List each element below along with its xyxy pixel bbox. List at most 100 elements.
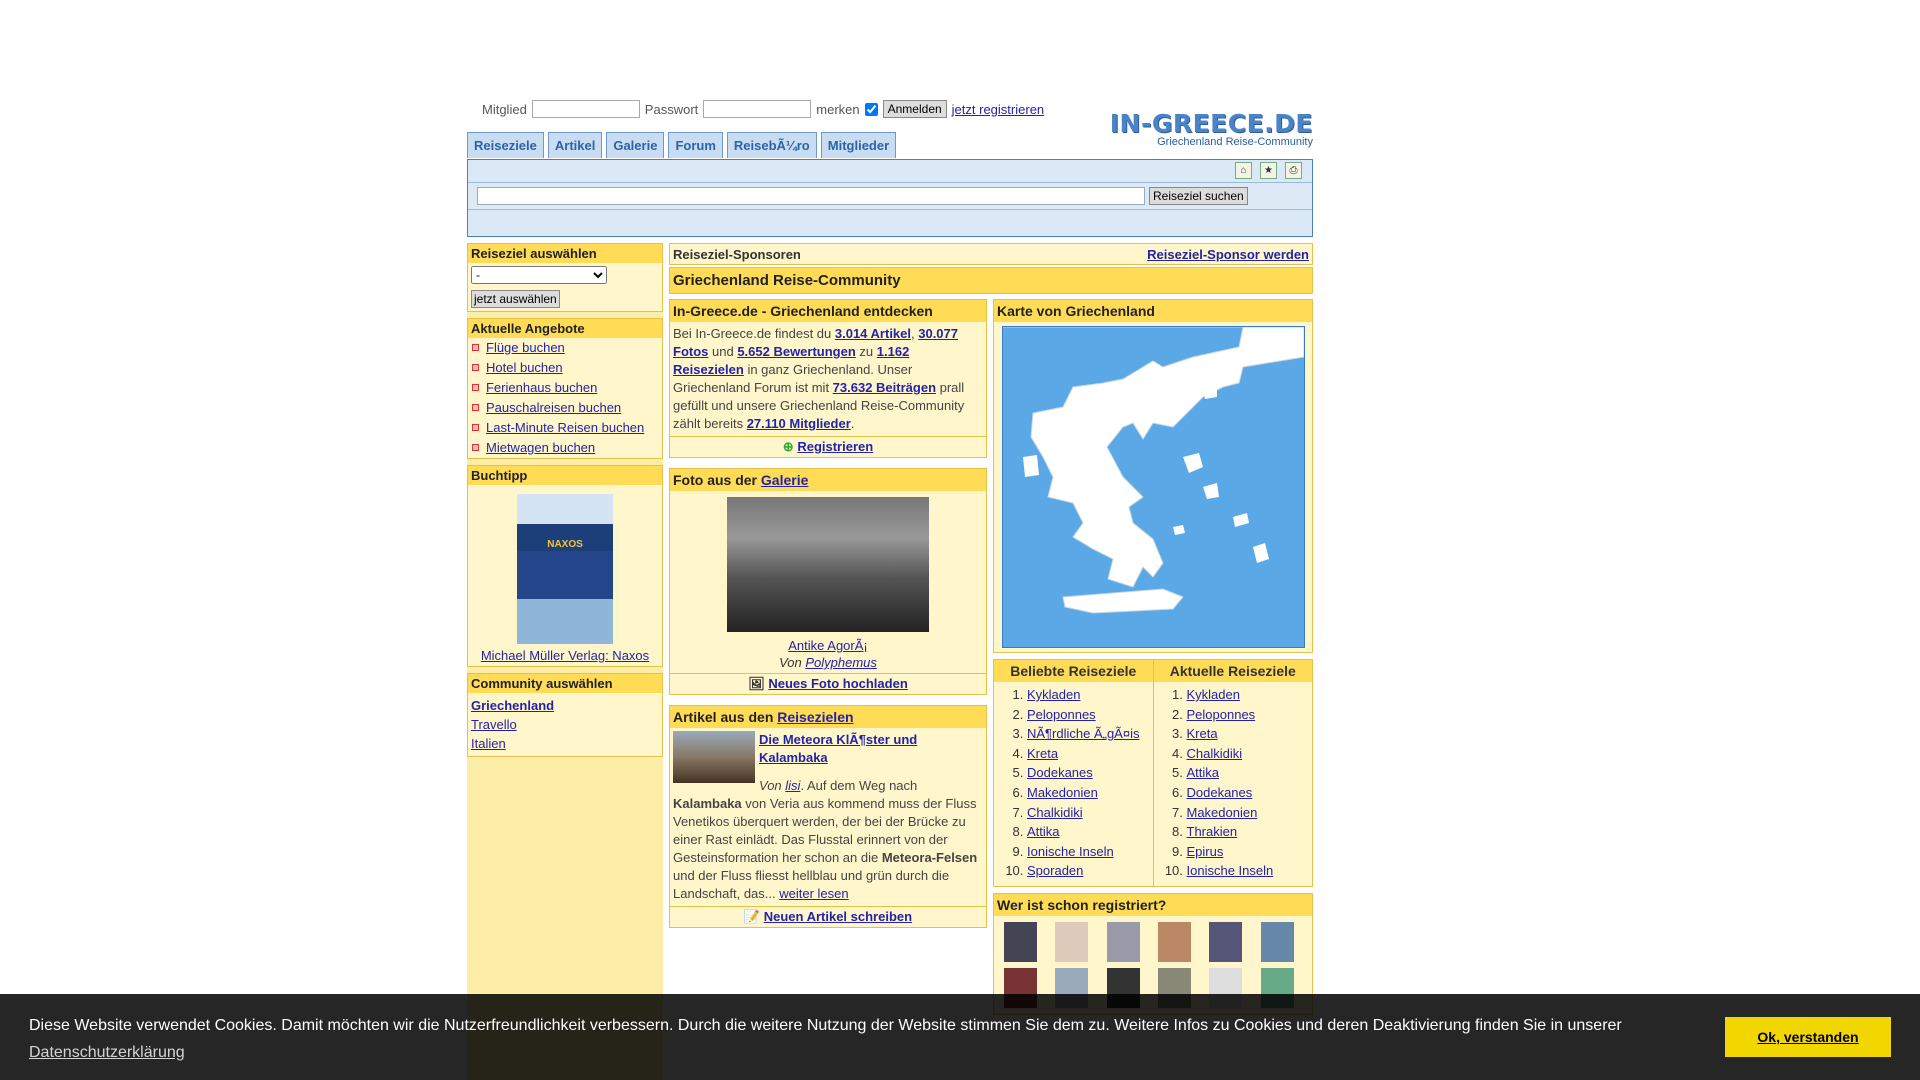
registered-title: Wer ist schon registriert?: [994, 893, 1312, 916]
popular-link[interactable]: Kreta: [1027, 746, 1058, 761]
avatar[interactable]: [1260, 921, 1294, 962]
register-footer-link[interactable]: Registrieren: [797, 439, 873, 454]
offer-package-link[interactable]: Pauschalreisen buchen: [486, 400, 621, 415]
popular-link[interactable]: NÃ¶rdliche Ã„gÃ¤is: [1027, 726, 1139, 741]
cookie-accept-button[interactable]: Ok, verstanden: [1725, 1017, 1891, 1057]
current-link[interactable]: Attika: [1187, 765, 1220, 780]
destination-select[interactable]: -: [471, 266, 607, 284]
upload-photo-link[interactable]: Neues Foto hochladen: [768, 676, 907, 691]
destination-search-input[interactable]: [477, 187, 1145, 205]
book-tip-box: Buchtipp NAXOS Michael Müller Verlag: Na…: [467, 465, 663, 667]
popular-link[interactable]: Chalkidiki: [1027, 805, 1083, 820]
home-icon[interactable]: ⌂: [1235, 162, 1252, 179]
tab-reisebuero[interactable]: ReisebÃ¼ro: [726, 132, 817, 158]
avatar[interactable]: [1209, 921, 1243, 962]
popular-link[interactable]: Makedonien: [1027, 785, 1098, 800]
tab-forum[interactable]: Forum: [668, 132, 723, 158]
member-label: Mitglied: [482, 101, 527, 117]
community-griechenland-link[interactable]: Griechenland: [471, 698, 554, 713]
current-link[interactable]: Kreta: [1187, 726, 1218, 741]
article-bold-text: Kalambaka: [673, 796, 742, 811]
write-article-link[interactable]: Neuen Artikel schreiben: [764, 909, 912, 924]
avatar[interactable]: [1157, 921, 1191, 962]
current-link[interactable]: Chalkidiki: [1187, 746, 1243, 761]
photo-caption-link[interactable]: Antike AgorÃ¡: [788, 638, 868, 653]
list-item: Attika: [1027, 823, 1153, 843]
list-item: Peloponnes: [1027, 706, 1153, 726]
current-link[interactable]: Makedonien: [1187, 805, 1258, 820]
popular-link[interactable]: Attika: [1027, 824, 1060, 839]
member-input[interactable]: [531, 100, 640, 118]
article-title-prefix: Artikel aus den: [673, 709, 778, 725]
community-travello-link[interactable]: Travello: [471, 717, 517, 732]
popular-link[interactable]: Dodekanes: [1027, 765, 1093, 780]
remember-checkbox[interactable]: [864, 102, 878, 116]
community-italien-link[interactable]: Italien: [471, 736, 506, 751]
register-link[interactable]: jetzt registrieren: [952, 102, 1044, 117]
ratings-count-link[interactable]: 5.652 Bewertungen: [737, 344, 856, 359]
offer-flights-link[interactable]: Flüge buchen: [486, 340, 565, 355]
offer-last-minute-link[interactable]: Last-Minute Reisen buchen: [486, 420, 644, 435]
popular-link[interactable]: Kykladen: [1027, 687, 1080, 702]
article-author-link[interactable]: lisi: [785, 778, 800, 793]
destination-search-button[interactable]: Reiseziel suchen: [1149, 187, 1248, 205]
search-panel: ⌂ ★ ⎙ Reiseziel suchen: [467, 159, 1313, 237]
popular-link[interactable]: Ionische Inseln: [1027, 844, 1114, 859]
article-thumbnail[interactable]: [673, 731, 755, 783]
tab-reiseziele[interactable]: Reiseziele: [467, 132, 544, 158]
offer-car-rental-link[interactable]: Mietwagen buchen: [486, 440, 595, 455]
password-input[interactable]: [703, 100, 812, 118]
offer-holiday-home-link[interactable]: Ferienhaus buchen: [486, 380, 597, 395]
island-shape: [1232, 513, 1249, 527]
site-logo[interactable]: IN-GREECE.DE Griechenland Reise-Communit…: [1110, 111, 1313, 148]
popular-link[interactable]: Sporaden: [1027, 863, 1083, 878]
popular-destinations: Beliebte Reiseziele Kykladen Peloponnes …: [994, 660, 1153, 886]
bullet-icon: [472, 424, 479, 431]
current-link[interactable]: Kykladen: [1187, 687, 1240, 702]
privacy-policy-link[interactable]: Datenschutzerklärung: [29, 1044, 185, 1061]
left-sidebar: Reiseziel auswählen - jetzt auswählen Ak…: [467, 243, 663, 1080]
articles-count-link[interactable]: 3.014 Artikel: [835, 326, 911, 341]
current-link[interactable]: Ionische Inseln: [1187, 863, 1274, 878]
tab-galerie[interactable]: Galerie: [606, 132, 665, 158]
destinations-link[interactable]: Reisezielen: [777, 709, 853, 725]
current-title: Aktuelle Reiseziele: [1153, 660, 1312, 682]
photo-author-link[interactable]: Polyphemus: [805, 655, 877, 670]
book-link[interactable]: Michael Müller Verlag: Naxos: [481, 648, 649, 663]
avatar[interactable]: [1106, 921, 1140, 962]
members-count-link[interactable]: 27.110 Mitglieder: [747, 416, 851, 431]
login-button[interactable]: Anmelden: [882, 100, 947, 118]
tab-artikel[interactable]: Artikel: [547, 132, 603, 158]
current-link[interactable]: Thrakien: [1187, 824, 1238, 839]
greece-map[interactable]: [1001, 326, 1305, 648]
list-item: Dodekanes: [1187, 784, 1313, 804]
article-headline-link[interactable]: Die Meteora KlÃ¶ster und Kalambaka: [759, 732, 917, 765]
print-icon[interactable]: ⎙: [1285, 162, 1302, 179]
password-label: Passwort: [644, 101, 699, 117]
island-shape: [1202, 385, 1217, 399]
offer-item: Hotel buchen: [468, 358, 662, 378]
offer-hotel-link[interactable]: Hotel buchen: [486, 360, 563, 375]
current-link[interactable]: Dodekanes: [1187, 785, 1253, 800]
book-cover-title: NAXOS: [547, 539, 583, 550]
article-by-label: Von: [759, 778, 786, 793]
posts-count-link[interactable]: 73.632 Beiträgen: [833, 380, 936, 395]
become-sponsor-link[interactable]: Reiseziel-Sponsor werden: [1147, 247, 1309, 262]
current-link[interactable]: Peloponnes: [1187, 707, 1256, 722]
bookmark-icon[interactable]: ★: [1260, 162, 1277, 179]
cookie-message: Diese Website verwendet Cookies. Damit m…: [29, 1012, 1709, 1066]
photo-by-label: Von: [779, 655, 806, 670]
current-link[interactable]: Epirus: [1187, 844, 1224, 859]
popular-link[interactable]: Peloponnes: [1027, 707, 1096, 722]
article-box: Artikel aus den Reisezielen Die Meteora …: [669, 705, 987, 928]
gallery-photo[interactable]: [727, 497, 929, 632]
avatar[interactable]: [1004, 921, 1037, 962]
read-more-link[interactable]: weiter lesen: [779, 886, 848, 901]
book-cover-image[interactable]: NAXOS: [517, 494, 613, 644]
bullet-icon: [472, 364, 479, 371]
gallery-link[interactable]: Galerie: [761, 472, 808, 488]
select-submit-button[interactable]: jetzt auswählen: [471, 290, 560, 308]
tab-mitglieder[interactable]: Mitglieder: [820, 132, 897, 158]
avatar[interactable]: [1055, 921, 1089, 962]
crete-shape: [1061, 588, 1184, 614]
